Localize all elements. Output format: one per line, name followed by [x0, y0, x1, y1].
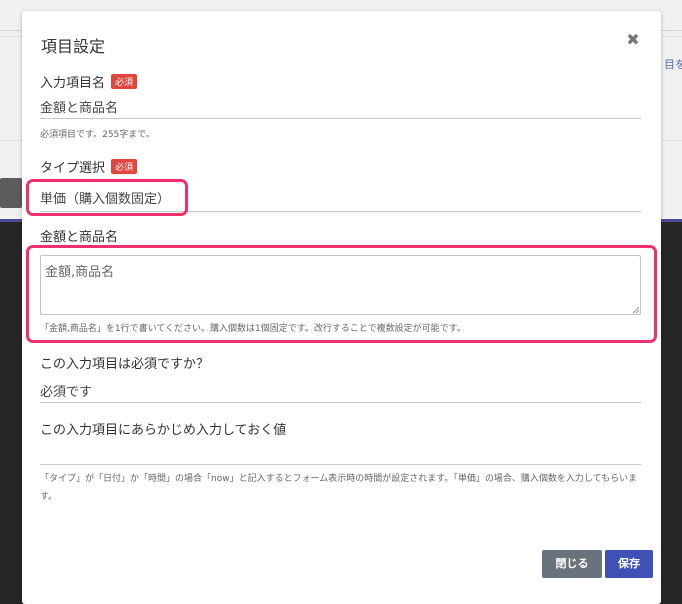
default-value-label: この入力項目にあらかじめ入力しておく値	[40, 423, 287, 438]
required-question-label: この入力項目は必須ですか？	[40, 357, 210, 372]
background-button	[0, 178, 22, 208]
item-name-label-text: 入力項目名	[40, 76, 106, 91]
required-badge: 必須	[111, 159, 138, 174]
required-question-select[interactable]: 必須です	[40, 381, 641, 403]
close-icon[interactable]: ✖	[625, 32, 641, 48]
item-name-help: 必須項目です。255字まで。	[40, 130, 155, 140]
required-badge: 必須	[111, 74, 138, 89]
required-question-value: 必須です	[40, 385, 93, 400]
modal-title: 項目設定	[41, 37, 106, 56]
type-select-label-text: タイプ選択	[40, 161, 106, 176]
save-button[interactable]: 保存	[605, 550, 653, 578]
close-button[interactable]: 閉じる	[542, 550, 602, 578]
highlight-product-section	[26, 245, 657, 343]
item-name-label: 入力項目名 必須	[40, 72, 138, 91]
default-value-help: 「タイプ」が「日付」か「時間」の場合「now」と記入するとフォーム表示時の時間が…	[40, 474, 638, 502]
background-link: 目を	[664, 58, 682, 71]
item-name-value: 金額と商品名	[40, 101, 119, 116]
item-name-field[interactable]: 金額と商品名	[40, 97, 641, 119]
highlight-type-select	[26, 179, 188, 216]
type-select-label: タイプ選択 必須	[40, 157, 138, 176]
default-value-input[interactable]	[40, 441, 641, 465]
product-section-label: 金額と商品名	[40, 230, 119, 245]
item-settings-modal: 項目設定 ✖ 入力項目名 必須 金額と商品名 必須項目です。255字まで。 タイプ…	[22, 11, 661, 604]
